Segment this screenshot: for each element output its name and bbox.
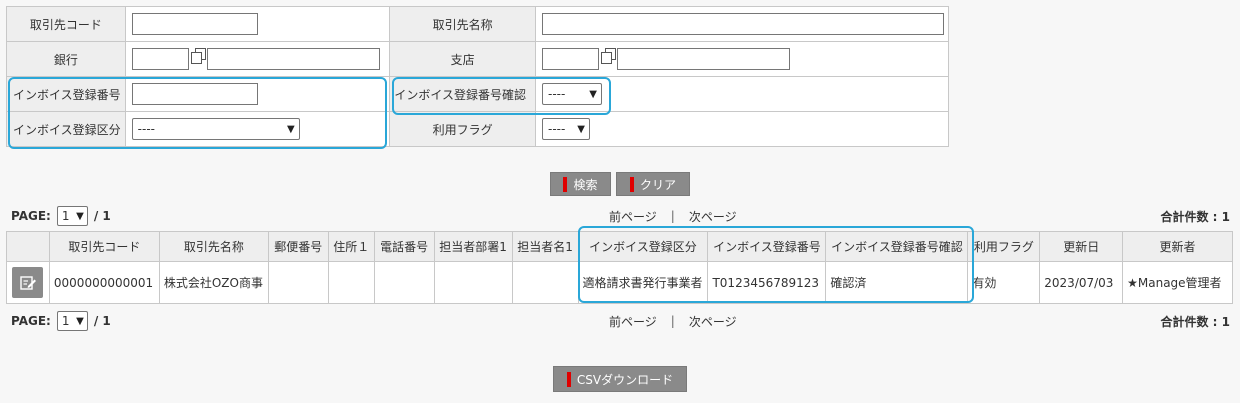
page-label: PAGE:	[11, 314, 51, 328]
column-header: 更新者	[1122, 231, 1233, 262]
column-header: 更新日	[1039, 231, 1124, 262]
invoice-confirm-select[interactable]: ---- ▼	[541, 83, 602, 105]
copy-icon[interactable]	[190, 48, 206, 64]
name-input[interactable]	[541, 13, 944, 35]
chevron-down-icon: ▼	[589, 88, 597, 100]
pager-top: PAGE: 1 ▼ / 1 前ページ | 次ページ 合計件数 : 1	[11, 205, 1230, 227]
csv-download-button[interactable]: CSVダウンロード	[553, 366, 687, 392]
branch-code-input[interactable]	[541, 48, 599, 70]
cell-usage-flag: 有効	[967, 261, 1041, 304]
cell-code: 0000000000001	[48, 261, 160, 304]
clear-button[interactable]: クリア	[616, 172, 690, 196]
column-header: 担当者名1	[511, 231, 579, 262]
table-row: 0000000000001 株式会社OZO商事 適格請求書発行事業者 T0123…	[6, 261, 1233, 304]
chevron-down-icon: ▼	[577, 123, 585, 135]
invoice-no-label: インボイス登録番号	[6, 76, 126, 112]
branch-label: 支店	[389, 41, 536, 77]
column-header: 取引先コード	[48, 231, 160, 262]
column-header: インボイス登録区分	[577, 231, 709, 262]
bank-code-input[interactable]	[131, 48, 189, 70]
column-header: 住所１	[327, 231, 375, 262]
page-total: / 1	[93, 209, 111, 223]
pager-bottom: PAGE: 1 ▼ / 1 前ページ | 次ページ 合計件数 : 1	[11, 310, 1230, 332]
next-page-link[interactable]: 次ページ	[689, 313, 737, 330]
cell-phone	[373, 261, 435, 304]
column-header: 取引先名称	[158, 231, 269, 262]
total-count: 合計件数 : 1	[1160, 209, 1230, 224]
column-header: インボイス登録番号	[707, 231, 827, 262]
copy-icon[interactable]	[600, 48, 616, 64]
column-header: 利用フラグ	[967, 231, 1041, 262]
prev-page-link[interactable]: 前ページ	[609, 313, 657, 330]
column-header: 電話番号	[373, 231, 435, 262]
chevron-down-icon: ▼	[286, 123, 295, 135]
usage-flag-value: ----	[547, 122, 566, 136]
invoice-no-input[interactable]	[131, 83, 258, 105]
page-label: PAGE:	[11, 209, 51, 223]
invoice-kubun-select[interactable]: ---- ▼	[131, 118, 300, 140]
name-label: 取引先名称	[389, 6, 536, 42]
usage-flag-select[interactable]: ---- ▼	[541, 118, 590, 140]
column-header: 担当者部署1	[433, 231, 513, 262]
next-page-link[interactable]: 次ページ	[689, 208, 737, 225]
total-count: 合計件数 : 1	[1160, 314, 1230, 329]
bank-label: 銀行	[6, 41, 126, 77]
table-header-row: 取引先コード 取引先名称 郵便番号 住所１ 電話番号 担当者部署1 担当者名1 …	[6, 231, 1233, 262]
invoice-confirm-value: ----	[547, 87, 566, 101]
chevron-down-icon: ▼	[76, 315, 84, 327]
column-header: インボイス登録番号確認	[825, 231, 969, 262]
cell-dept	[433, 261, 513, 304]
cell-updated-date: 2023/07/03	[1039, 261, 1124, 304]
cell-invoice-confirm: 確認済	[825, 261, 969, 304]
invoice-kubun-value: ----	[137, 122, 155, 136]
cell-person	[511, 261, 579, 304]
code-label: 取引先コード	[6, 6, 126, 42]
code-input[interactable]	[131, 13, 258, 35]
page-total: / 1	[93, 314, 111, 328]
bank-name-input[interactable]	[206, 48, 380, 70]
cell-name: 株式会社OZO商事	[158, 261, 269, 304]
cell-invoice-kubun: 適格請求書発行事業者	[577, 261, 709, 304]
cell-invoice-no: T0123456789123	[707, 261, 827, 304]
search-form: 取引先コード 取引先名称 銀行 支店 インボイス登録番号 インボイス登録番号確認…	[6, 6, 950, 147]
edit-button[interactable]	[12, 267, 44, 298]
search-button[interactable]: 検索	[550, 172, 611, 196]
cell-postal	[267, 261, 329, 304]
cell-address	[327, 261, 375, 304]
page-select[interactable]: 1 ▼	[56, 311, 88, 331]
prev-page-link[interactable]: 前ページ	[609, 208, 657, 225]
invoice-confirm-label: インボイス登録番号確認	[389, 76, 536, 112]
invoice-kubun-label: インボイス登録区分	[6, 111, 126, 147]
chevron-down-icon: ▼	[76, 210, 84, 222]
results-table: 取引先コード 取引先名称 郵便番号 住所１ 電話番号 担当者部署1 担当者名1 …	[6, 231, 1233, 304]
usage-flag-label: 利用フラグ	[389, 111, 536, 147]
edit-icon	[20, 275, 36, 290]
column-header: 郵便番号	[267, 231, 329, 262]
page-select[interactable]: 1 ▼	[56, 206, 88, 226]
cell-updated-by: ★Manage管理者	[1122, 261, 1233, 304]
branch-name-input[interactable]	[616, 48, 790, 70]
